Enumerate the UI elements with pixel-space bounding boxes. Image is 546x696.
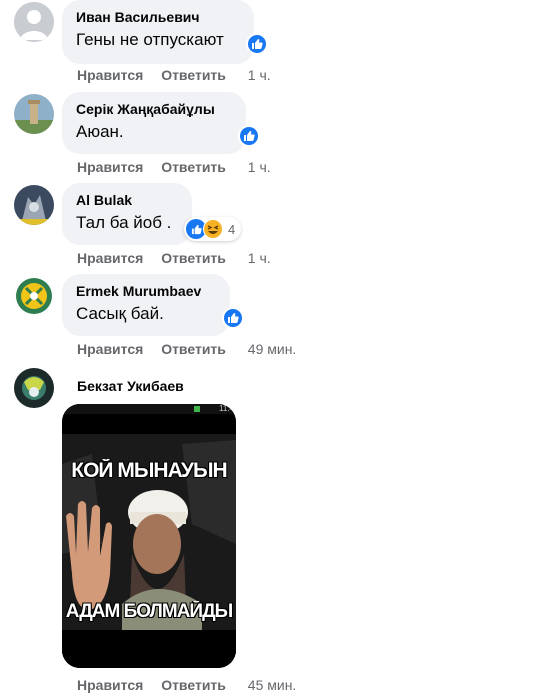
- comment-timestamp[interactable]: 49 мин.: [248, 340, 297, 358]
- reactions-summary[interactable]: 4: [184, 217, 242, 241]
- meme-top-caption: КОЙ МЫНАУЫН: [71, 459, 227, 482]
- reply-button[interactable]: Ответить: [161, 676, 226, 694]
- comment-bubble: Иван Васильевич Гены не отпускают: [62, 0, 254, 64]
- comment-timestamp[interactable]: 1 ч.: [248, 158, 271, 176]
- comment-actions: Нравится Ответить 49 мин.: [77, 340, 296, 358]
- like-button[interactable]: Нравится: [77, 676, 143, 694]
- comment-text: Тал ба йоб .: [76, 213, 172, 232]
- comment-bubble: Ermek Murumbaev Сасық бай.: [62, 274, 230, 336]
- reply-button[interactable]: Ответить: [161, 158, 226, 176]
- like-reaction-icon[interactable]: [222, 307, 244, 329]
- comment-author[interactable]: Al Bulak: [76, 191, 180, 209]
- avatar[interactable]: [14, 94, 54, 134]
- comment-author[interactable]: Ermek Murumbaev: [76, 282, 218, 300]
- meme-bottom-caption: АДАМ БОЛМАЙДЫ: [65, 601, 233, 622]
- comment-text: Гены не отпускают: [76, 30, 224, 49]
- comment-timestamp[interactable]: 45 мин.: [248, 676, 297, 694]
- reply-button[interactable]: Ответить: [161, 340, 226, 358]
- avatar[interactable]: [14, 368, 54, 408]
- comment-bubble: Al Bulak Тал ба йоб .: [62, 183, 192, 245]
- comment-actions: Нравится Ответить 1 ч.: [77, 158, 271, 176]
- comment-actions: Нравится Ответить 1 ч.: [77, 249, 271, 267]
- like-button[interactable]: Нравится: [77, 249, 143, 267]
- phone-status-time: 11:4: [219, 404, 234, 413]
- haha-reaction-icon: [203, 219, 223, 239]
- like-button[interactable]: Нравится: [77, 340, 143, 358]
- comment-author[interactable]: Иван Васильевич: [76, 8, 242, 26]
- avatar[interactable]: [14, 2, 54, 42]
- comment-text: Аюан.: [76, 122, 124, 141]
- comment-image[interactable]: КОЙ МЫНАУЫН АДАМ БОЛМАЙДЫ 11:4: [62, 404, 236, 668]
- comment-author[interactable]: Бекзат Укибаев: [77, 377, 184, 395]
- comment-actions: Нравится Ответить 45 мин.: [77, 676, 296, 694]
- like-reaction-icon[interactable]: [238, 125, 260, 147]
- reaction-count: 4: [228, 221, 236, 237]
- comment-bubble: Серік Жаңқабайұлы Аюан.: [62, 92, 246, 154]
- reply-button[interactable]: Ответить: [161, 66, 226, 84]
- like-button[interactable]: Нравится: [77, 66, 143, 84]
- comment-timestamp[interactable]: 1 ч.: [248, 249, 271, 267]
- comment-actions: Нравится Ответить 1 ч.: [77, 66, 271, 84]
- comment-author[interactable]: Серік Жаңқабайұлы: [76, 100, 234, 118]
- reply-button[interactable]: Ответить: [161, 249, 226, 267]
- like-button[interactable]: Нравится: [77, 158, 143, 176]
- comment-text: Сасық бай.: [76, 304, 164, 323]
- avatar[interactable]: [14, 185, 54, 225]
- avatar[interactable]: [14, 276, 54, 316]
- like-reaction-icon[interactable]: [246, 33, 268, 55]
- comment-timestamp[interactable]: 1 ч.: [248, 66, 271, 84]
